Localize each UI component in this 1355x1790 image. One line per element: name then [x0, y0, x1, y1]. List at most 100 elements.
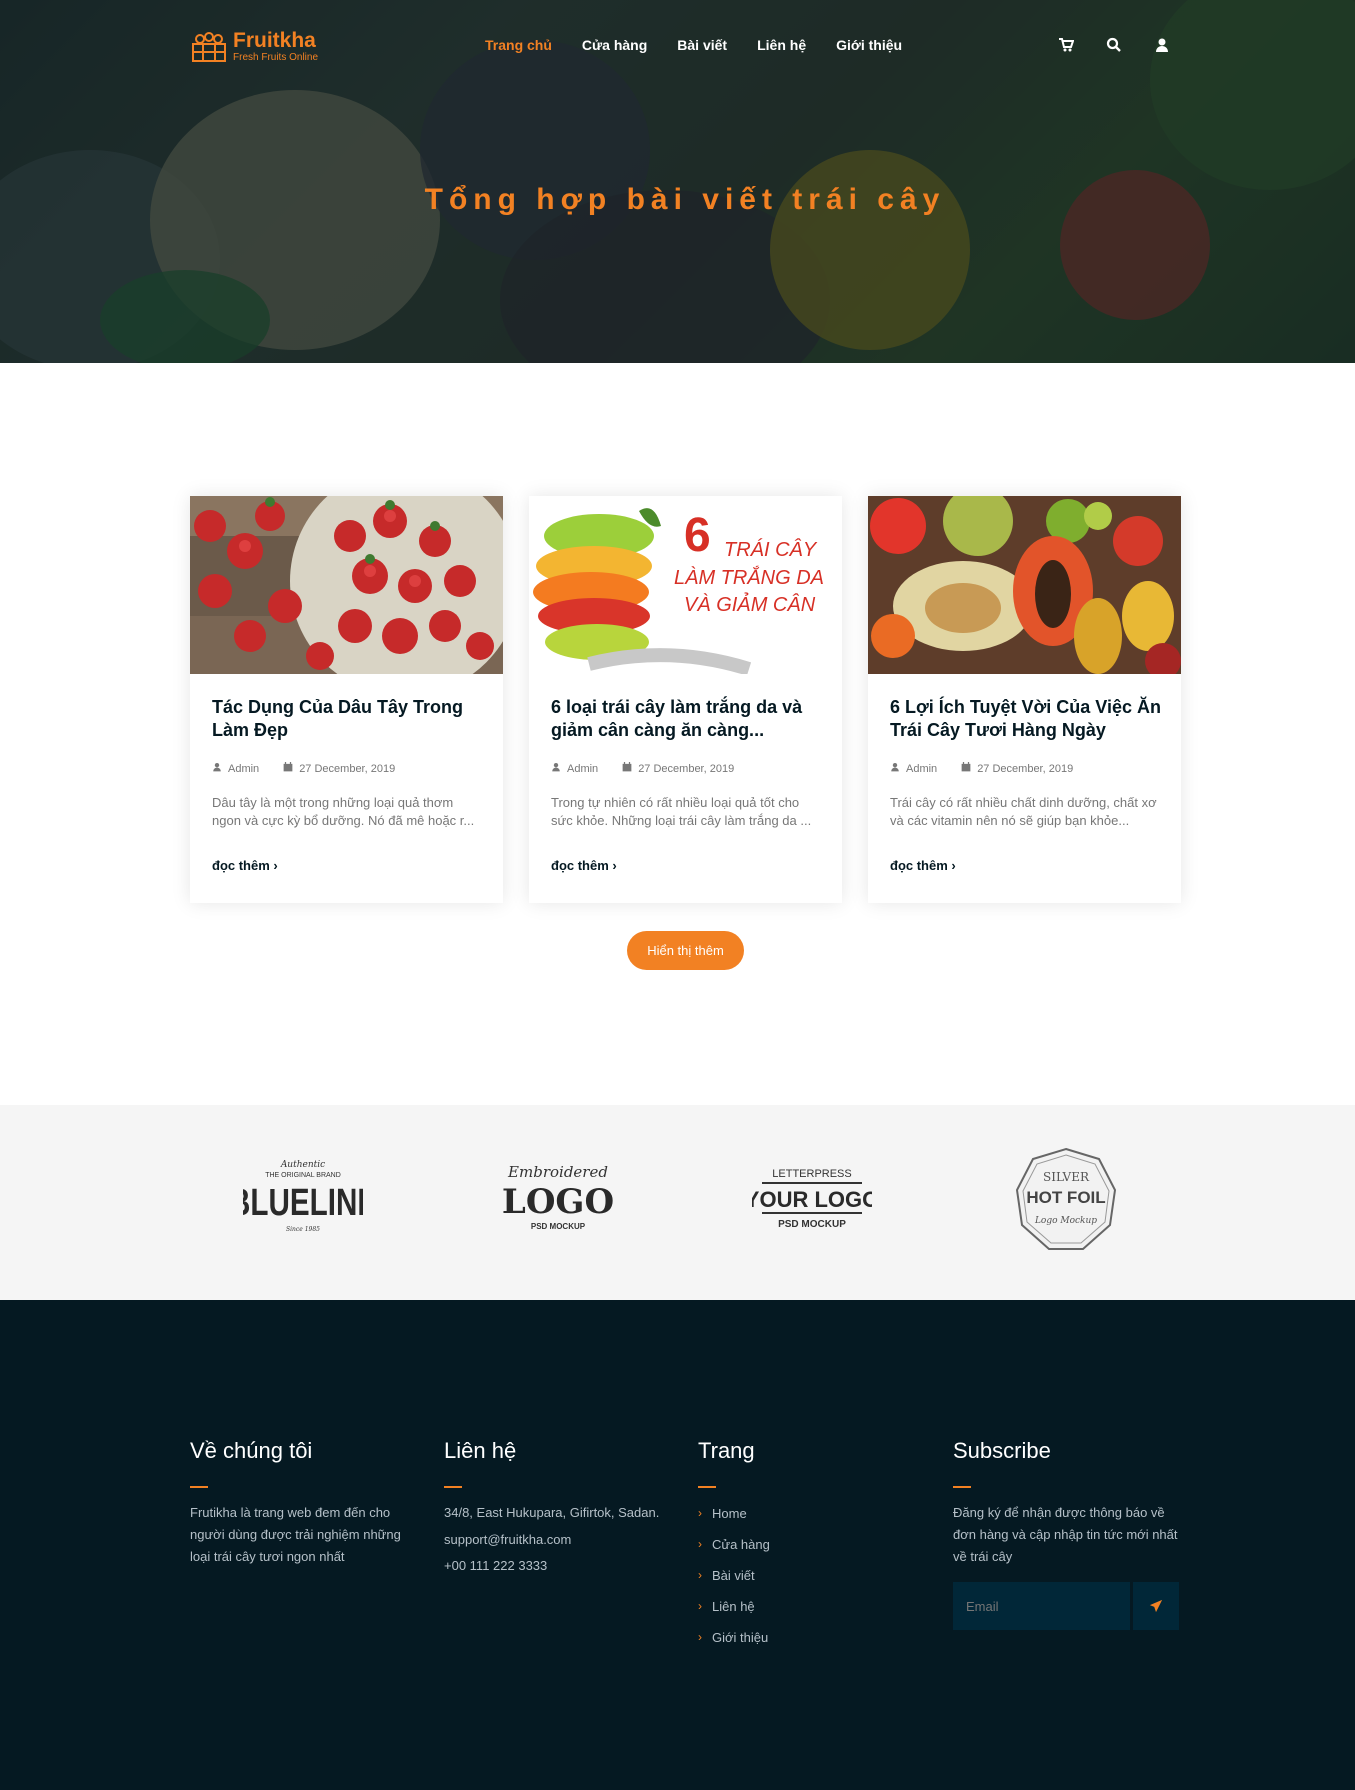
read-more-link[interactable]: đọc thêm › [212, 858, 278, 873]
svg-text:Since 1985: Since 1985 [286, 1226, 320, 1233]
nav-item-contact[interactable]: Liên hệ [757, 37, 806, 53]
user-icon [551, 762, 561, 775]
site-logo[interactable]: Fruitkha Fresh Fruits Online [191, 30, 318, 63]
svg-text:Logo Mockup: Logo Mockup [1034, 1216, 1097, 1226]
contact-email[interactable]: support@fruitkha.com [444, 1524, 674, 1555]
partner-logo-embroidered: Embroidered LOGO PSD MOCKUP [498, 1145, 618, 1255]
post-author: Admin [906, 762, 938, 775]
post-author: Admin [567, 762, 599, 775]
nav-item-home[interactable]: Trang chủ [485, 37, 552, 53]
post-date: 27 December, 2019 [299, 762, 396, 775]
footer-heading: Trang [698, 1438, 755, 1463]
contact-phone[interactable]: +00 111 222 3333 [444, 1555, 674, 1577]
svg-text:TRÁI CÂY: TRÁI CÂY [724, 538, 818, 561]
svg-text:6: 6 [684, 509, 711, 562]
heading-divider [444, 1486, 462, 1488]
nav-item-blog[interactable]: Bài viết [677, 37, 727, 53]
svg-text:Embroidered: Embroidered [507, 1163, 608, 1181]
site-footer: Về chúng tôi Frutikha là trang web đem đ… [0, 1300, 1355, 1790]
post-date: 27 December, 2019 [638, 762, 735, 775]
svg-text:LOGO: LOGO [502, 1182, 614, 1222]
heading-divider [698, 1486, 716, 1488]
brand-name: Fruitkha [233, 29, 316, 52]
chevron-right-icon: › [273, 858, 278, 873]
footer-about: Về chúng tôi Frutikha là trang web đem đ… [190, 1438, 420, 1568]
calendar-icon [961, 762, 971, 775]
chevron-right-icon: › [612, 858, 617, 873]
show-more-button[interactable]: Hiển thị thêm [627, 931, 744, 970]
svg-text:BLUELINE: BLUELINE [243, 1182, 363, 1224]
post-date: 27 December, 2019 [977, 762, 1074, 775]
svg-text:THE ORIGINAL BRAND: THE ORIGINAL BRAND [265, 1172, 341, 1179]
subscribe-button[interactable] [1133, 1582, 1179, 1630]
footer-link-contact[interactable]: › Liên hệ [698, 1591, 928, 1622]
post-title[interactable]: 6 loại trái cây làm trắng da và giảm cân… [551, 696, 823, 742]
heading-divider [190, 1486, 208, 1488]
cart-icon[interactable] [1058, 37, 1075, 53]
nav-item-shop[interactable]: Cửa hàng [582, 37, 647, 53]
read-more-link[interactable]: đọc thêm › [890, 858, 956, 873]
about-text: Frutikha là trang web đem đến cho người … [190, 1505, 401, 1564]
nav-item-about[interactable]: Giới thiệu [836, 37, 902, 53]
post-thumbnail-fruit-slices[interactable]: 6 TRÁI CÂY LÀM TRẮNG DA VÀ GIẢM CÂN [529, 496, 842, 674]
contact-address: 34/8, East Hukupara, Gifirtok, Sadan. [444, 1505, 660, 1520]
post-excerpt: Trong tự nhiên có rất nhiều loại quả tốt… [551, 795, 812, 828]
svg-text:VÀ GIẢM CÂN: VÀ GIẢM CÂN [684, 592, 816, 616]
user-icon [890, 762, 900, 775]
footer-link-about[interactable]: › Giới thiệu [698, 1622, 928, 1653]
footer-link-home[interactable]: › Home [698, 1498, 928, 1529]
main-menu: Trang chủ Cửa hàng Bài viết Liên hệ Giới… [485, 37, 902, 53]
post-card: 6 TRÁI CÂY LÀM TRẮNG DA VÀ GIẢM CÂN 6 lo… [529, 496, 842, 903]
hero-banner: Fruitkha Fresh Fruits Online Trang chủ C… [0, 0, 1355, 363]
chevron-right-icon: › [698, 1537, 702, 1551]
svg-text:PSD MOCKUP: PSD MOCKUP [531, 1222, 586, 1231]
partner-logo-letterpress: LETTERPRESS YOUR LOGO PSD MOCKUP [752, 1145, 872, 1255]
partner-logo-blueline: Authentic THE ORIGINAL BRAND BLUELINE Si… [243, 1145, 363, 1255]
user-icon [212, 762, 222, 775]
post-thumbnail-fruit-platter[interactable] [868, 496, 1181, 674]
heading-divider [953, 1486, 971, 1488]
chevron-right-icon: › [951, 858, 956, 873]
footer-heading: Subscribe [953, 1438, 1051, 1463]
header-icons [1058, 37, 1170, 53]
svg-text:LETTERPRESS: LETTERPRESS [772, 1168, 851, 1180]
post-title[interactable]: 6 Lợi Ích Tuyệt Vời Của Việc Ăn Trái Cây… [890, 696, 1162, 742]
page-title: Tổng hợp bài viết trái cây [424, 183, 946, 216]
post-author: Admin [228, 762, 260, 775]
svg-text:Authentic: Authentic [280, 1160, 325, 1170]
post-thumbnail-strawberries[interactable] [190, 496, 503, 674]
calendar-icon [283, 762, 293, 775]
chevron-right-icon: › [698, 1599, 702, 1613]
email-input[interactable] [953, 1582, 1130, 1630]
post-card: Tác Dụng Của Dâu Tây Trong Làm Đẹp Admin… [190, 496, 503, 903]
post-excerpt: Trái cây có rất nhiều chất dinh dưỡng, c… [890, 795, 1157, 828]
paper-plane-icon [1149, 1599, 1163, 1613]
post-card: 6 Lợi Ích Tuyệt Vời Của Việc Ăn Trái Cây… [868, 496, 1181, 903]
subscribe-form [953, 1582, 1183, 1630]
chevron-right-icon: › [698, 1506, 702, 1520]
calendar-icon [622, 762, 632, 775]
footer-subscribe: Subscribe Đăng ký để nhận được thông báo… [953, 1438, 1183, 1630]
partner-logos: Authentic THE ORIGINAL BRAND BLUELINE Si… [0, 1105, 1355, 1300]
read-more-link[interactable]: đọc thêm › [551, 858, 617, 873]
footer-heading: Về chúng tôi [190, 1438, 313, 1463]
brand-tagline: Fresh Fruits Online [233, 52, 319, 63]
svg-text:SILVER: SILVER [1043, 1170, 1090, 1184]
chevron-right-icon: › [698, 1630, 702, 1644]
footer-heading: Liên hệ [444, 1438, 517, 1463]
post-excerpt: Dâu tây là một trong những loại quả thơm… [212, 795, 475, 828]
post-list: Tác Dụng Của Dâu Tây Trong Làm Đẹp Admin… [190, 496, 1182, 904]
footer-contact: Liên hệ 34/8, East Hukupara, Gifirtok, S… [444, 1438, 674, 1577]
partner-logo-hot-foil: SILVER HOT FOIL Logo Mockup [1006, 1145, 1126, 1255]
post-meta: Admin 27 December, 2019 [551, 762, 734, 775]
user-icon[interactable] [1154, 37, 1170, 53]
svg-text:HOT FOIL: HOT FOIL [1026, 1188, 1105, 1207]
svg-text:YOUR LOGO: YOUR LOGO [752, 1187, 872, 1212]
chevron-right-icon: › [698, 1568, 702, 1582]
footer-pages: Trang › Home › Cửa hàng › Bài viết › Liên hệ… [698, 1438, 928, 1653]
footer-link-blog[interactable]: › Bài viết [698, 1560, 928, 1591]
post-meta: Admin 27 December, 2019 [890, 762, 1073, 775]
search-icon[interactable] [1106, 37, 1122, 53]
footer-link-shop[interactable]: › Cửa hàng [698, 1529, 928, 1560]
post-title[interactable]: Tác Dụng Của Dâu Tây Trong Làm Đẹp [212, 696, 484, 742]
